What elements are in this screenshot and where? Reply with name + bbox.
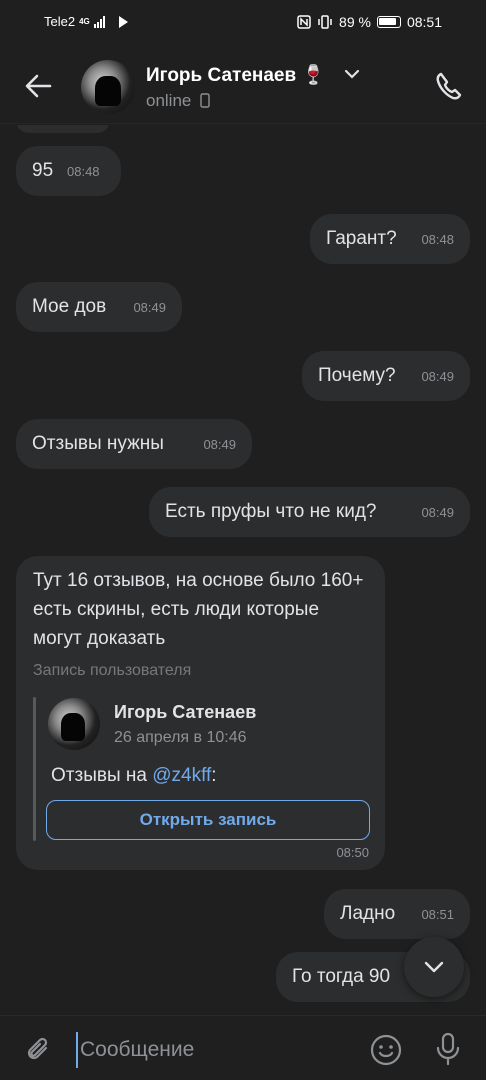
message-time: 08:51 [421,907,454,922]
message-time: 08:49 [133,300,166,315]
post-body: Отзывы на @z4kff: [51,765,217,787]
battery-percent: 89 % [339,14,371,30]
mention-link[interactable]: @z4kff [152,765,211,786]
message-bubble[interactable]: Ладно 08:51 [324,889,470,939]
mobile-device-icon [200,93,210,108]
message-input[interactable]: Сообщение [76,1032,356,1068]
message-time: 08:50 [336,845,369,860]
post-subtitle: Запись пользователя [33,662,192,679]
message-text: Ладно [340,903,396,924]
back-arrow-icon[interactable] [20,68,56,104]
message-text: Го тогда 90 [292,966,391,987]
message-text: Есть пруфы что не кид? [165,501,377,522]
nfc-icon [297,15,311,29]
chat-title[interactable]: Игорь Сатенаев 🍷 [146,63,325,87]
message-text: Тут 16 отзывов, на основе было 160+ есть… [33,570,364,649]
message-bubble-partial [16,125,110,133]
open-post-button[interactable]: Открыть запись [46,800,370,840]
message-time: 08:49 [421,505,454,520]
message-time: 08:49 [421,369,454,384]
message-text: Почему? [318,365,396,386]
message-bubble[interactable]: Отзывы нужны 08:49 [16,419,252,469]
message-bubble[interactable]: 95 08:48 [16,146,121,196]
message-text: Мое дов [32,296,107,317]
avatar[interactable] [81,60,135,114]
carrier-label: Tele2 [44,14,76,29]
message-list[interactable]: 95 08:48 Гарант? 08:48 Мое дов 08:49 Поч… [0,125,486,1015]
message-bubble[interactable]: Гарант? 08:48 [310,214,470,264]
message-bubble[interactable]: Почему? 08:49 [302,351,470,401]
post-body-suffix: : [211,765,217,786]
attach-icon[interactable] [20,1032,56,1068]
quote-bar [33,697,36,841]
message-time: 08:49 [203,437,236,452]
online-status: online [146,91,192,110]
chevron-down-icon[interactable] [344,68,360,80]
phone-icon[interactable] [432,68,468,104]
shared-post-message[interactable]: Тут 16 отзывов, на основе было 160+ есть… [16,556,385,870]
status-bar: Tele2 4G 89 % 08:51 [0,0,486,48]
vibrate-icon [318,15,332,29]
media-play-icon [118,15,128,28]
post-author[interactable]: Игорь Сатенаев [114,702,256,723]
message-text: Гарант? [326,228,397,249]
mic-icon[interactable] [430,1030,466,1068]
message-bubble[interactable]: Есть пруфы что не кид? 08:49 [149,487,470,537]
message-text: 95 [32,160,54,181]
emoji-icon[interactable] [368,1032,404,1068]
message-time: 08:48 [421,232,454,247]
arrow-down-icon [424,961,444,973]
network-label: 4G [79,17,90,26]
message-time: 08:48 [67,164,100,179]
chat-header: Игорь Сатенаев 🍷 online [0,48,486,124]
scroll-down-button[interactable] [404,937,464,997]
signal-icon [93,15,105,28]
message-bubble[interactable]: Мое дов 08:49 [16,282,182,332]
message-composer: Сообщение [0,1015,486,1080]
battery-icon [376,16,401,28]
clock: 08:51 [406,14,442,30]
post-date: 26 апреля в 10:46 [114,729,247,746]
post-author-avatar[interactable] [48,698,100,750]
post-body-text: Отзывы на [51,765,153,786]
message-text: Отзывы нужны [32,433,164,454]
